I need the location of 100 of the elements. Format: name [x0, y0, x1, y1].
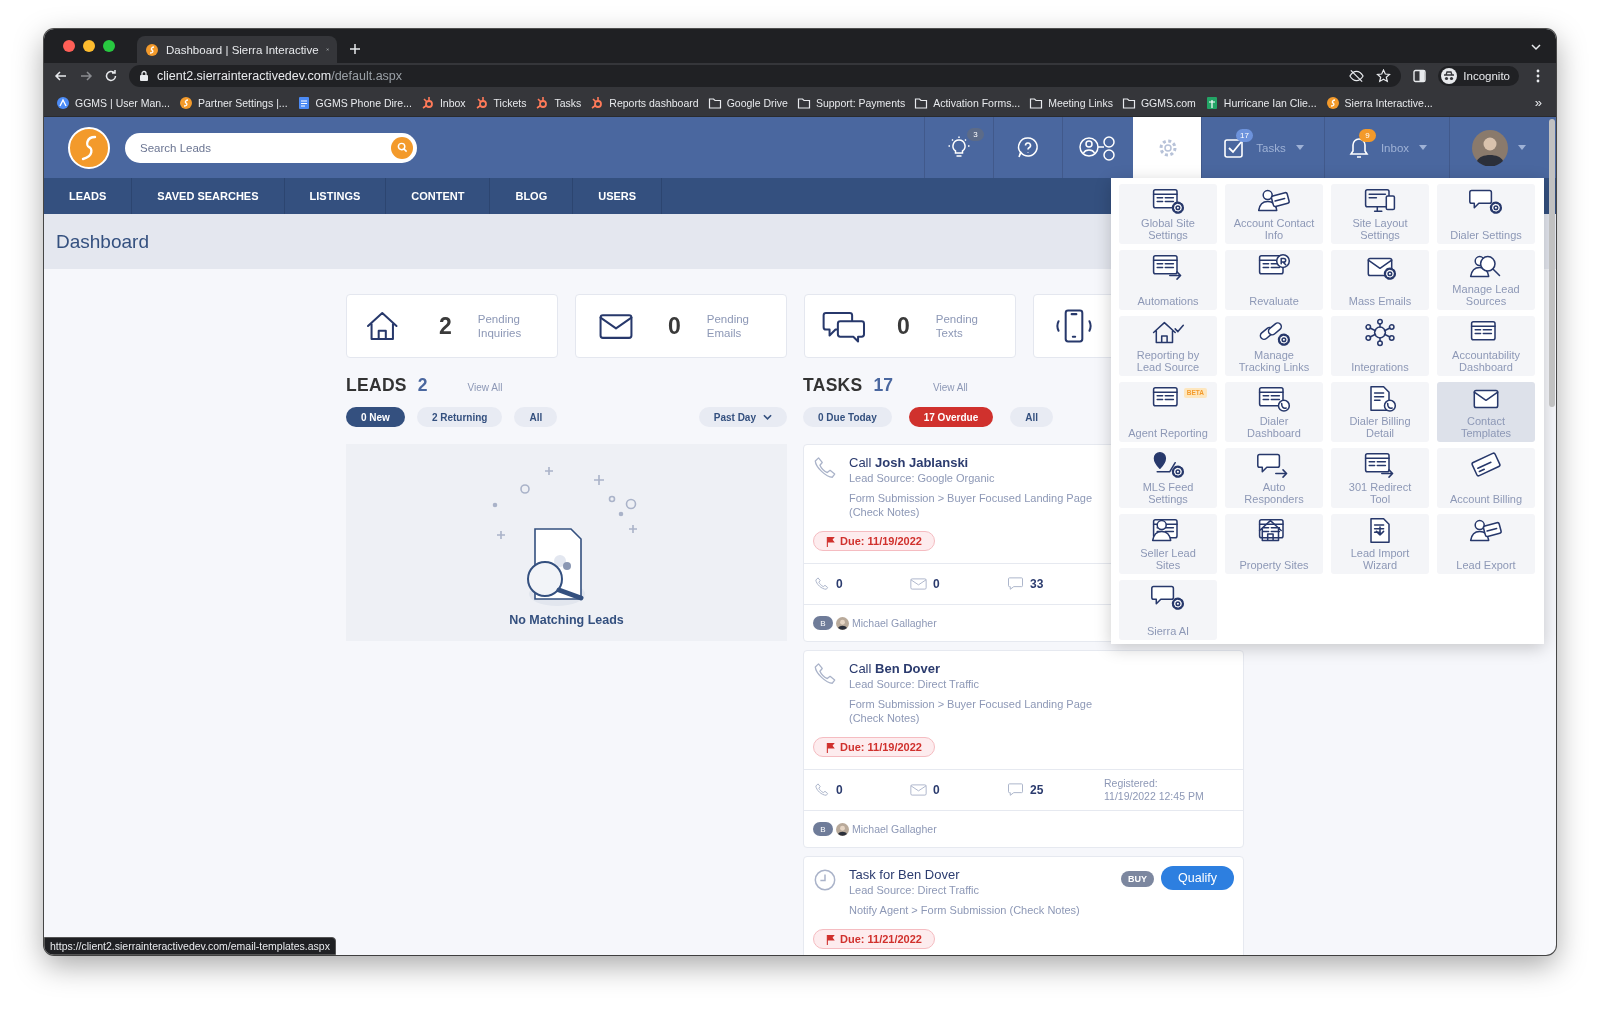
bookmark[interactable]: Reports dashboard — [590, 95, 699, 110]
page-title: Dashboard — [56, 230, 149, 253]
chevron-down-icon[interactable] — [1530, 43, 1542, 51]
task-card[interactable]: Call Ben Dover Lead Source: Direct Traffic Form Submission > Buyer Focused Landing Page (Check Notes) Due: 11/19/2022 0 0 25 Registered: 11/19/2022 12:45 PM B Michael Gallagher — [803, 650, 1244, 848]
section-title: LEADS — [346, 375, 407, 396]
lock-icon — [139, 70, 149, 82]
plus-icon[interactable] — [349, 43, 361, 55]
incognito-button[interactable]: Incognito — [1438, 66, 1519, 86]
bookmark[interactable]: Hurricane Ian Clie... — [1204, 95, 1317, 110]
agent-initial-badge: B — [813, 616, 833, 630]
close-button[interactable] — [63, 40, 75, 52]
caret-icon — [1295, 145, 1304, 150]
count-badge: 3 — [967, 128, 984, 141]
stat-card[interactable]: 0 Pending Texts — [804, 294, 1016, 358]
swirl-logo-icon[interactable] — [67, 125, 111, 170]
period-dropdown[interactable]: Past Day — [698, 407, 787, 427]
qualify-button[interactable]: Qualify — [1161, 866, 1234, 890]
swirl-logo-icon — [178, 95, 193, 110]
forward-icon[interactable] — [79, 69, 93, 83]
lead-source: Lead Source: Direct Traffic — [849, 677, 980, 691]
globe-logo-icon — [56, 95, 70, 110]
bookmark[interactable]: Inbox — [420, 95, 466, 110]
window-phone-icon — [1256, 384, 1292, 413]
bookmark[interactable]: Sierra Interactive... — [1325, 95, 1433, 110]
stat-card[interactable]: 0 Pending Emails — [575, 294, 787, 358]
scrollbar-thumb[interactable] — [1548, 119, 1555, 407]
phone-icon — [813, 783, 830, 797]
registered-date: 11/19/2022 12:45 PM — [1104, 790, 1204, 803]
stat-count: 0 — [897, 312, 910, 340]
text-count: 33 — [1030, 577, 1044, 591]
task-title[interactable]: Call Ben Dover — [849, 660, 941, 677]
bookmark[interactable]: GGMS.com — [1121, 95, 1196, 110]
due-date-badge: Due: 11/19/2022 — [813, 531, 935, 551]
stat-label: Pending Inquiries — [477, 312, 523, 340]
reload-icon[interactable] — [104, 69, 118, 83]
bookmark[interactable]: Meeting Links — [1029, 95, 1113, 110]
avatar-icon — [1471, 129, 1508, 166]
sidebar-icon[interactable] — [1412, 69, 1428, 83]
filter-pill[interactable]: All — [1010, 407, 1053, 427]
due-date-badge: Due: 11/21/2022 — [813, 929, 935, 949]
back-icon[interactable] — [54, 69, 68, 83]
sprocket-icon — [535, 95, 550, 110]
task-card[interactable]: Task for Ben Dover Lead Source: Direct Traffic Notify Agent > Form Submission (Check Notes) BUY Qualify Due: 11/21/2022 — [803, 856, 1244, 955]
phone-icon — [813, 577, 830, 591]
stat-card[interactable]: 2 Pending Inquiries — [346, 294, 558, 358]
section-count: 17 — [873, 375, 893, 396]
filter-pill[interactable]: All — [514, 407, 558, 427]
folder-icon — [914, 95, 929, 110]
bookmark[interactable]: Partner Settings |... — [178, 95, 288, 110]
star-icon[interactable] — [1376, 69, 1392, 83]
search-field[interactable]: Search Leads — [125, 132, 417, 163]
folder-icon — [1121, 95, 1136, 110]
chat-icon — [1007, 577, 1024, 591]
stat-count: 2 — [439, 312, 452, 340]
menu-icon[interactable] — [1536, 69, 1540, 83]
chat-icon — [1007, 783, 1024, 797]
call-count: 0 — [836, 577, 843, 591]
count-badge: 17 — [1236, 129, 1253, 142]
bookmark[interactable]: Activation Forms... — [914, 95, 1021, 110]
bookmark[interactable]: Tasks — [535, 95, 582, 110]
people-network-icon — [1078, 134, 1118, 161]
task-note: Form Submission > Buyer Focused Landing Page (Check Notes) — [849, 491, 1094, 519]
bookmark[interactable]: Support: Payments — [796, 95, 906, 110]
filter-pill[interactable]: 0 New — [346, 407, 405, 427]
task-note: Form Submission > Buyer Focused Landing Page (Check Notes) — [849, 697, 1094, 725]
status-url: https://client2.sierrainteractivedev.com/email-templates.aspx — [44, 937, 336, 955]
hub-icon — [1362, 318, 1398, 347]
count-badge: 9 — [1359, 129, 1376, 142]
incognito-icon — [1441, 68, 1458, 84]
spreadsheet-icon — [1204, 95, 1219, 110]
bookmark[interactable]: GGMS | User Man... — [56, 95, 170, 110]
maximize-button[interactable] — [103, 40, 115, 52]
lightbulb-icon — [947, 135, 971, 160]
swirl-logo-icon — [1325, 95, 1340, 110]
phone-icon — [813, 456, 837, 480]
minimize-button[interactable] — [83, 40, 95, 52]
envelope-icon — [910, 783, 927, 797]
avatar-icon — [836, 822, 849, 836]
flag-icon — [826, 741, 835, 753]
search-icon — [396, 142, 408, 153]
more-bookmarks-button[interactable]: » — [1534, 95, 1550, 110]
bookmark[interactable]: Tickets — [474, 95, 527, 110]
eye-slash-icon[interactable] — [1349, 69, 1365, 83]
swirl-logo-icon — [145, 42, 159, 57]
document-icon — [296, 95, 311, 110]
chevron-down-icon — [763, 414, 772, 420]
bookmark[interactable]: Google Drive — [707, 95, 788, 110]
filter-pill[interactable]: 17 Overdue — [908, 407, 994, 427]
filter-pill[interactable]: 2 Returning — [416, 407, 503, 427]
task-title[interactable]: Call Josh Jablanski — [849, 454, 969, 471]
browser-tab[interactable]: Dashboard | Sierra Interactive — [137, 36, 337, 63]
task-note: Notify Agent > Form Submission (Check Notes) — [849, 903, 1080, 917]
email-count: 0 — [933, 577, 940, 591]
address-field[interactable]: client2.sierrainteractivedev.com/default.aspx — [129, 65, 1402, 87]
bookmark[interactable]: GGMS Phone Dire... — [296, 95, 412, 110]
email-count: 0 — [933, 783, 940, 797]
clock-icon — [813, 868, 837, 892]
help-icon — [1016, 135, 1040, 160]
task-title[interactable]: Task for Ben Dover — [849, 866, 960, 883]
filter-pill[interactable]: 0 Due Today — [803, 407, 892, 427]
